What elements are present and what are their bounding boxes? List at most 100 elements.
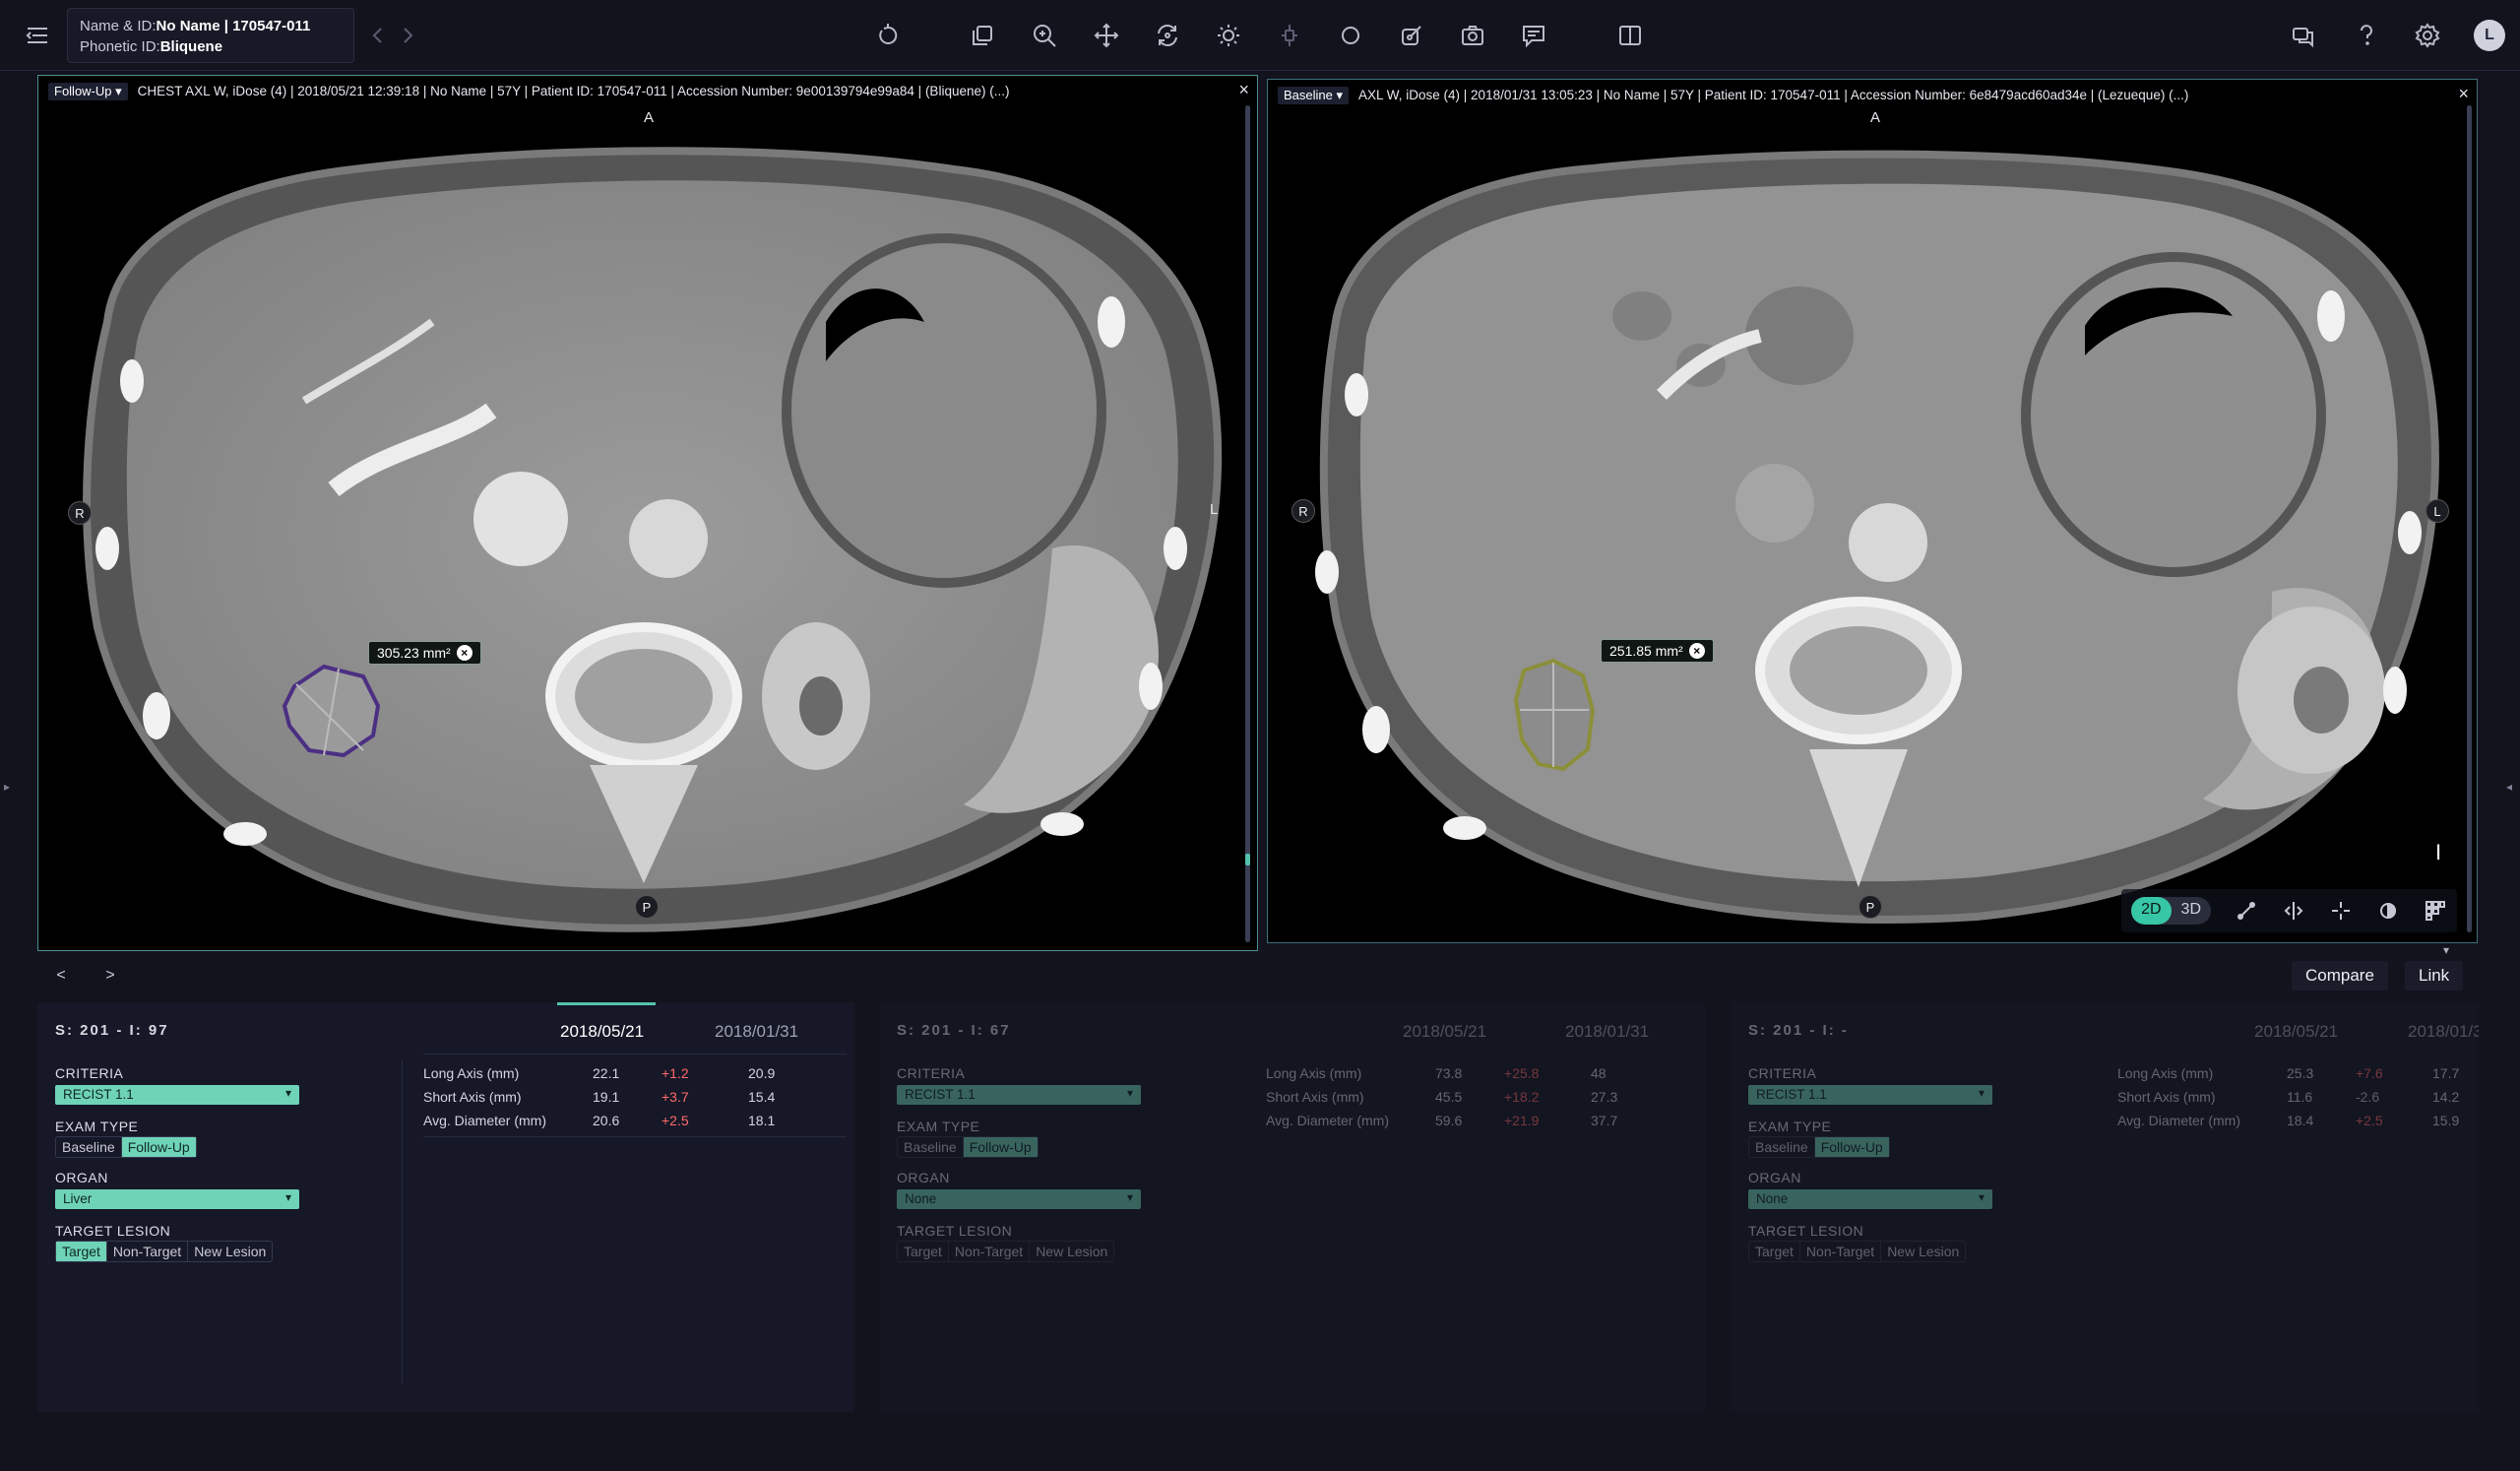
date-tab-current[interactable]: 2018/05/21 bbox=[2254, 1022, 2338, 1042]
slice-scroll-thumb[interactable] bbox=[1245, 854, 1250, 865]
lesion-target-option[interactable]: Target bbox=[898, 1242, 949, 1261]
capture-icon[interactable] bbox=[1455, 18, 1490, 53]
lesion-non-target-option[interactable]: Non-Target bbox=[107, 1242, 189, 1261]
exam-follow-up-option[interactable]: Follow-Up bbox=[121, 1137, 196, 1157]
collapse-arrow-icon[interactable]: ▾ bbox=[2443, 943, 2449, 957]
criteria-dropdown[interactable]: RECIST 1.1 bbox=[1748, 1085, 1992, 1105]
lesion-target-option[interactable]: Target bbox=[1749, 1242, 1800, 1261]
dimension-toggle[interactable]: 2D 3D bbox=[2131, 897, 2211, 925]
lesion-new-option[interactable]: New Lesion bbox=[1881, 1242, 1965, 1261]
close-icon[interactable]: × bbox=[1238, 80, 1249, 100]
panel-divider bbox=[402, 1059, 403, 1384]
exam-follow-up-option[interactable]: Follow-Up bbox=[963, 1137, 1038, 1157]
date-tab-baseline[interactable]: 2018/01/31 bbox=[1565, 1022, 1649, 1042]
exam-baseline-option[interactable]: Baseline bbox=[1749, 1137, 1815, 1157]
viewport-mode-dropdown[interactable]: Baseline ▾ bbox=[1278, 87, 1350, 104]
ellipse-icon[interactable] bbox=[1333, 18, 1368, 53]
criteria-dropdown[interactable]: RECIST 1.1 bbox=[897, 1085, 1141, 1105]
criteria-label: CRITERIA bbox=[55, 1065, 124, 1081]
row-delta: +1.2 bbox=[662, 1065, 689, 1081]
date-tab-current[interactable]: 2018/05/21 bbox=[560, 1022, 644, 1042]
avatar[interactable]: L bbox=[2474, 20, 2505, 51]
layout-icon[interactable] bbox=[1612, 18, 1648, 53]
phonetic-label: Phonetic ID: bbox=[80, 38, 160, 55]
settings-icon[interactable] bbox=[2410, 18, 2445, 53]
series-info: CHEST AXL W, iDose (4) | 2018/05/21 12:3… bbox=[137, 84, 1010, 98]
reset-icon[interactable] bbox=[870, 18, 906, 53]
crosshair-icon[interactable] bbox=[2329, 899, 2353, 923]
criteria-label: CRITERIA bbox=[1748, 1065, 1817, 1081]
forward-icon[interactable] bbox=[390, 18, 425, 53]
slice-scrollbar[interactable] bbox=[2467, 105, 2472, 932]
table-row: Short Axis (mm) 11.6 -2.6 14.2 bbox=[2117, 1089, 2479, 1111]
remove-measurement-icon[interactable]: × bbox=[456, 645, 472, 661]
row-current: 20.6 bbox=[593, 1113, 620, 1128]
brush-icon[interactable] bbox=[1394, 18, 1429, 53]
viewport-baseline[interactable]: Baseline ▾ AXL W, iDose (4) | 2018/01/31 … bbox=[1267, 79, 2478, 943]
remove-measurement-icon[interactable]: × bbox=[1688, 643, 1705, 659]
lesion-new-option[interactable]: New Lesion bbox=[1030, 1242, 1113, 1261]
slice-scrollbar[interactable] bbox=[1245, 105, 1250, 942]
lesion-panel-1[interactable]: S: 201 - I: 97 CRITERIA RECIST 1.1 EXAM … bbox=[37, 1002, 854, 1412]
lesion-new-option[interactable]: New Lesion bbox=[188, 1242, 272, 1261]
lesion-non-target-option[interactable]: Non-Target bbox=[949, 1242, 1031, 1261]
grid-layout-icon[interactable] bbox=[2424, 899, 2447, 923]
compare-button[interactable]: Compare bbox=[2292, 961, 2388, 991]
left-panel-toggle-icon[interactable]: ▸ bbox=[4, 780, 10, 794]
contrast-icon[interactable] bbox=[2376, 899, 2400, 923]
date-tab-baseline[interactable]: 2018/01/3 bbox=[2408, 1022, 2479, 1042]
target-lesion-label: TARGET LESION bbox=[55, 1223, 171, 1239]
mode-2d-button[interactable]: 2D bbox=[2131, 897, 2172, 925]
link-button[interactable]: Link bbox=[2405, 961, 2464, 991]
exam-baseline-option[interactable]: Baseline bbox=[898, 1137, 964, 1157]
organ-label: ORGAN bbox=[1748, 1170, 1801, 1185]
organ-dropdown[interactable]: None bbox=[897, 1189, 1141, 1209]
table-divider bbox=[423, 1136, 847, 1137]
table-row: Long Axis (mm) 73.8 +25.8 48 bbox=[1266, 1065, 1689, 1087]
date-tab-baseline[interactable]: 2018/01/31 bbox=[715, 1022, 798, 1042]
pan-icon[interactable] bbox=[1089, 18, 1124, 53]
phonetic-value: Bliquene bbox=[159, 38, 223, 55]
annotation-icon[interactable] bbox=[1516, 18, 1551, 53]
menu-icon[interactable] bbox=[20, 18, 55, 53]
chat-icon[interactable] bbox=[2286, 18, 2321, 53]
series-icon[interactable] bbox=[965, 18, 1000, 53]
row-current: 22.1 bbox=[593, 1065, 620, 1081]
next-lesion-button[interactable]: > bbox=[93, 961, 128, 991]
viewport-mode-dropdown[interactable]: Follow-Up ▾ bbox=[48, 83, 128, 100]
row-baseline: 37.7 bbox=[1591, 1113, 1618, 1128]
area-measurement-label[interactable]: 251.85 mm² × bbox=[1601, 639, 1714, 663]
lesion-target-option[interactable]: Target bbox=[56, 1242, 107, 1261]
active-tab-indicator bbox=[557, 1002, 656, 1005]
row-current: 45.5 bbox=[1435, 1089, 1463, 1105]
exam-follow-up-option[interactable]: Follow-Up bbox=[1814, 1137, 1889, 1157]
window-level-icon[interactable] bbox=[1211, 18, 1246, 53]
organ-dropdown[interactable]: None bbox=[1748, 1189, 1992, 1209]
ct-image-follow-up bbox=[83, 147, 1223, 932]
lesion-panel-2[interactable]: S: 201 - I: 67 CRITERIA RECIST 1.1 EXAM … bbox=[879, 1002, 1706, 1412]
row-label: Long Axis (mm) bbox=[1266, 1065, 1362, 1081]
lesion-panel-3[interactable]: S: 201 - I: - CRITERIA RECIST 1.1 EXAM T… bbox=[1731, 1002, 2479, 1412]
orientation-bottom: P bbox=[635, 895, 659, 919]
patient-name-value: No Name | 170547-011 bbox=[156, 18, 311, 34]
row-baseline: 15.9 bbox=[2432, 1113, 2460, 1128]
close-icon[interactable]: × bbox=[2458, 84, 2469, 104]
rotate-icon[interactable] bbox=[1150, 18, 1185, 53]
row-label: Long Axis (mm) bbox=[2117, 1065, 2214, 1081]
organ-dropdown[interactable]: Liver bbox=[55, 1189, 299, 1209]
help-icon[interactable] bbox=[2349, 18, 2384, 53]
exam-baseline-option[interactable]: Baseline bbox=[56, 1137, 122, 1157]
zoom-icon[interactable] bbox=[1027, 18, 1062, 53]
mode-3d-button[interactable]: 3D bbox=[2172, 897, 2211, 925]
table-row: Avg. Diameter (mm) 18.4 +2.5 15.9 bbox=[2117, 1113, 2479, 1134]
lesion-non-target-option[interactable]: Non-Target bbox=[1800, 1242, 1882, 1261]
area-measurement-label[interactable]: 305.23 mm² × bbox=[368, 641, 481, 665]
viewport-follow-up[interactable]: Follow-Up ▾ CHEST AXL W, iDose (4) | 2018… bbox=[37, 75, 1258, 951]
criteria-dropdown[interactable]: RECIST 1.1 bbox=[55, 1085, 299, 1105]
flip-horizontal-icon[interactable] bbox=[2282, 899, 2305, 923]
measure-line-icon[interactable] bbox=[2235, 899, 2258, 923]
date-tab-current[interactable]: 2018/05/21 bbox=[1403, 1022, 1486, 1042]
prev-lesion-button[interactable]: < bbox=[43, 961, 79, 991]
probe-icon[interactable] bbox=[1272, 18, 1307, 53]
right-panel-toggle-icon[interactable]: ◂ bbox=[2506, 780, 2512, 794]
